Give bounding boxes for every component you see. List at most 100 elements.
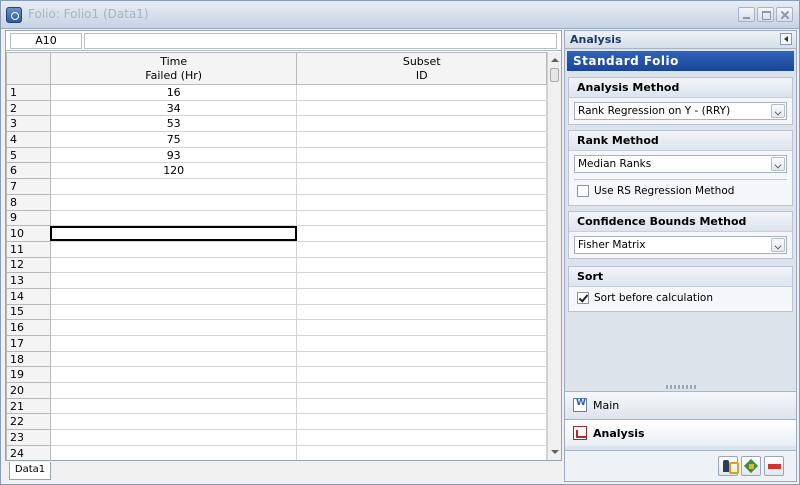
cell-time[interactable] [49,178,298,195]
row-header[interactable]: 21 [6,397,51,415]
cell-time[interactable] [49,397,298,415]
cell-subset[interactable] [296,335,547,352]
cell-time[interactable] [49,225,298,242]
rs-regression-checkbox[interactable] [577,185,589,197]
scrollbar-thumb[interactable] [550,68,559,82]
cell-time[interactable] [49,256,298,274]
chevron-down-icon[interactable] [771,104,785,118]
cell-subset[interactable] [296,272,547,289]
cell-subset[interactable] [296,115,547,133]
nav-item-analysis[interactable]: Analysis [565,419,796,446]
row-header[interactable]: 3 [6,115,51,133]
cell-subset[interactable] [296,350,547,368]
cell-subset[interactable] [296,84,547,101]
chevron-down-icon[interactable] [771,238,785,252]
row-header[interactable]: 17 [6,335,51,352]
scroll-down-icon[interactable] [549,446,560,458]
analysis-method-dropdown[interactable]: Rank Regression on Y - (RRY) [574,102,787,120]
row-header[interactable]: 24 [6,444,51,460]
cell-time[interactable] [49,444,298,460]
cell-subset[interactable] [296,178,547,195]
cell-time[interactable] [49,413,298,431]
row-header[interactable]: 2 [6,99,51,117]
column-header-subset[interactable]: Subset ID [296,52,547,85]
vertical-scrollbar[interactable] [547,52,561,460]
sheet-tab-data1[interactable]: Data1 [9,462,51,480]
cell-subset[interactable] [296,429,547,446]
cell-time[interactable]: 75 [49,131,298,148]
cell-time[interactable]: 93 [49,146,298,164]
chevron-down-icon[interactable] [771,157,785,171]
row-header[interactable]: 4 [6,131,51,148]
row-header[interactable]: 18 [6,350,51,368]
cell-subset[interactable] [296,225,547,242]
row-header[interactable]: 6 [6,162,51,180]
sort-checkbox[interactable] [577,292,589,304]
wizard-icon[interactable] [718,456,739,476]
cell-time[interactable]: 120 [49,162,298,180]
cell-subset[interactable] [296,146,547,164]
formula-input[interactable] [84,33,557,49]
cell-subset[interactable] [296,256,547,274]
scroll-up-icon[interactable] [549,54,560,66]
cell-subset[interactable] [296,397,547,415]
cell-time[interactable]: 53 [49,115,298,133]
row-header[interactable]: 22 [6,413,51,431]
cell-subset[interactable] [296,131,547,148]
cell-time[interactable] [49,287,298,305]
cell-subset[interactable] [296,444,547,460]
row-header[interactable]: 5 [6,146,51,164]
cell-time[interactable] [49,429,298,446]
cell-subset[interactable] [296,162,547,180]
calculate-icon[interactable] [741,456,761,476]
row-header[interactable]: 19 [6,366,51,384]
splitter-grip[interactable] [666,385,696,389]
grid-corner[interactable] [6,52,51,85]
row-header[interactable]: 20 [6,382,51,399]
row-header[interactable]: 15 [6,303,51,321]
cell-reference-box[interactable]: A10 [10,33,82,49]
cell-time[interactable] [49,193,298,211]
collapse-arrow-icon[interactable] [780,33,792,45]
row-header[interactable]: 9 [6,209,51,227]
cell-time[interactable] [49,303,298,321]
row-header[interactable]: 14 [6,287,51,305]
clear-icon[interactable] [764,456,784,476]
row-header[interactable]: 10 [6,225,51,242]
cell-subset[interactable] [296,366,547,384]
row-header[interactable]: 12 [6,256,51,274]
confidence-bounds-dropdown[interactable]: Fisher Matrix [574,236,787,254]
cell-time[interactable]: 16 [49,84,298,101]
minimize-button[interactable] [738,7,755,22]
cell-subset[interactable] [296,319,547,336]
sort-option[interactable]: Sort before calculation [577,291,792,307]
cell-subset[interactable] [296,413,547,431]
cell-subset[interactable] [296,303,547,321]
close-button[interactable] [776,7,793,22]
column-header-time[interactable]: Time Failed (Hr) [49,52,298,85]
cell-time[interactable] [49,272,298,289]
cell-subset[interactable] [296,287,547,305]
nav-item-main[interactable]: Main [565,391,796,418]
row-header[interactable]: 1 [6,84,51,101]
cell-time[interactable] [49,382,298,399]
row-header[interactable]: 16 [6,319,51,336]
row-header[interactable]: 7 [6,178,51,195]
cell-subset[interactable] [296,240,547,258]
cell-time[interactable] [49,209,298,227]
maximize-button[interactable] [757,7,774,22]
cell-subset[interactable] [296,99,547,117]
cell-subset[interactable] [296,382,547,399]
cell-time[interactable] [49,366,298,384]
cell-time[interactable] [49,319,298,336]
cell-subset[interactable] [296,193,547,211]
cell-time[interactable] [49,240,298,258]
cell-time[interactable] [49,350,298,368]
row-header[interactable]: 13 [6,272,51,289]
cell-time[interactable] [49,335,298,352]
row-header[interactable]: 11 [6,240,51,258]
rank-method-dropdown[interactable]: Median Ranks [574,155,787,173]
cell-subset[interactable] [296,209,547,227]
cell-time[interactable]: 34 [49,99,298,117]
row-header[interactable]: 8 [6,193,51,211]
